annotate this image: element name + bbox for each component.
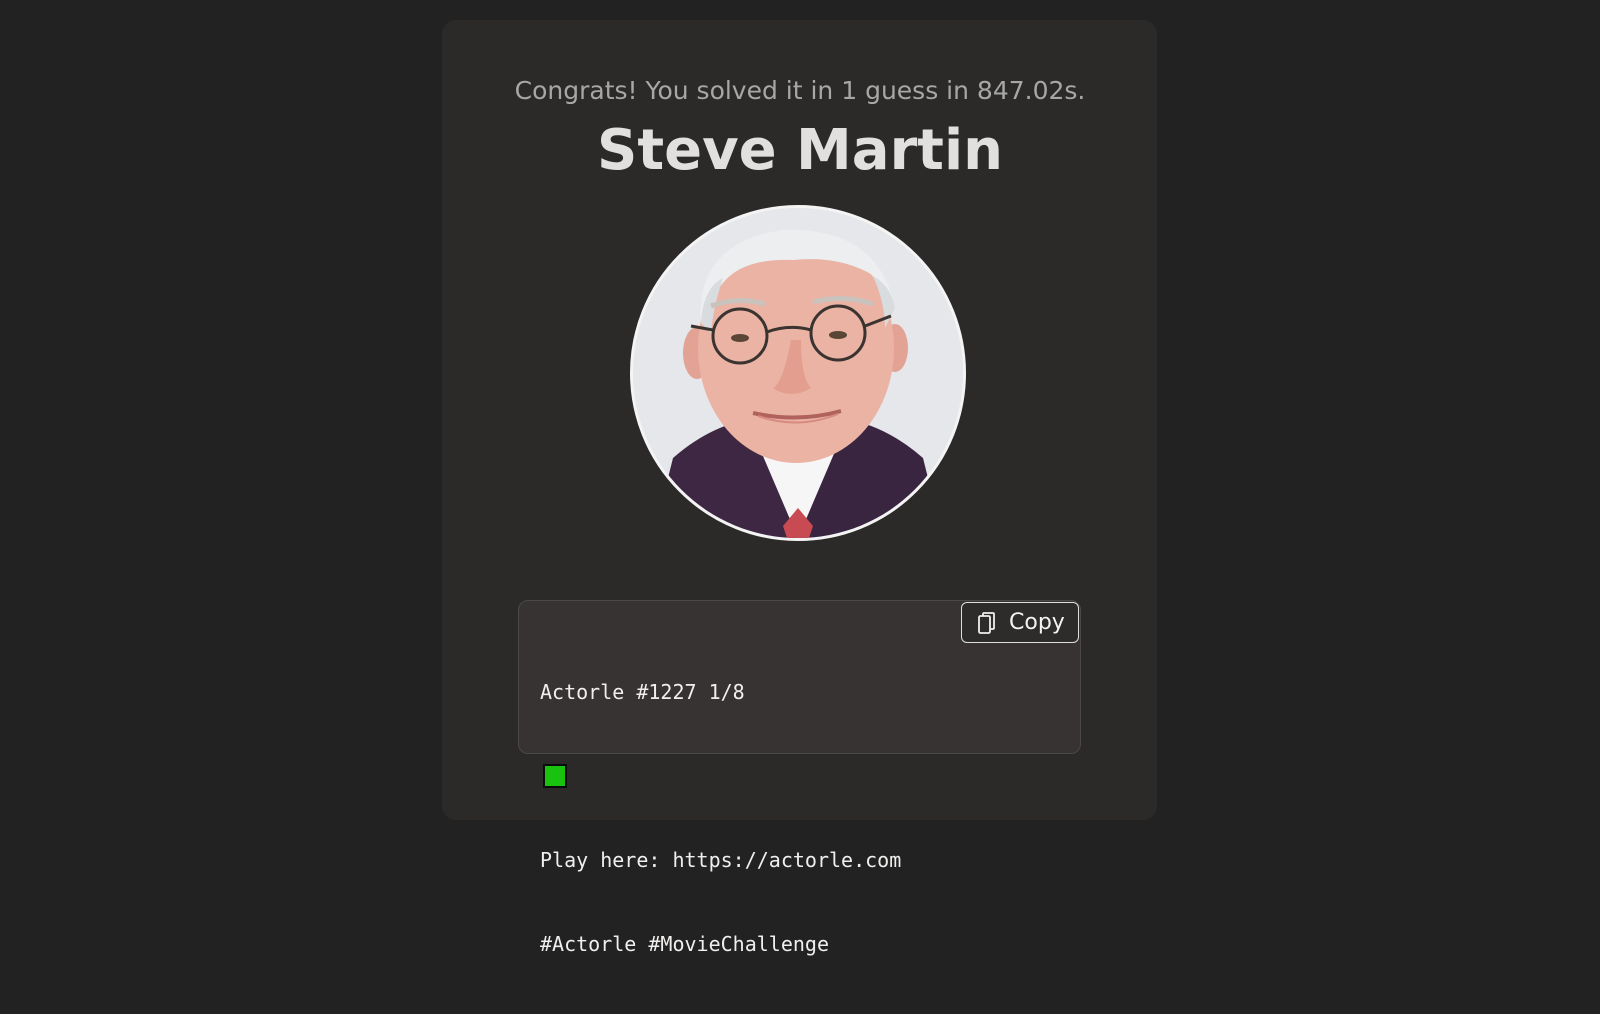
congrats-message: Congrats! You solved it in 1 guess in 84… [514,76,1086,105]
guess-squares-row [540,762,901,790]
copy-icon [975,611,997,635]
actor-photo [630,205,966,541]
share-title-line: Actorle #1227 1/8 [540,680,745,704]
actor-portrait-illustration [633,208,963,538]
copy-button[interactable]: Copy [961,602,1079,643]
share-link-line: Play here: https://actorle.com [540,848,902,872]
actor-name: Steve Martin [596,118,1004,183]
copy-button-label: Copy [1009,610,1065,635]
share-hashtags-line: #Actorle #MovieChallenge [540,932,829,956]
share-text: Actorle #1227 1/8 Play here: https://act… [540,622,901,1014]
correct-guess-square [543,764,567,788]
